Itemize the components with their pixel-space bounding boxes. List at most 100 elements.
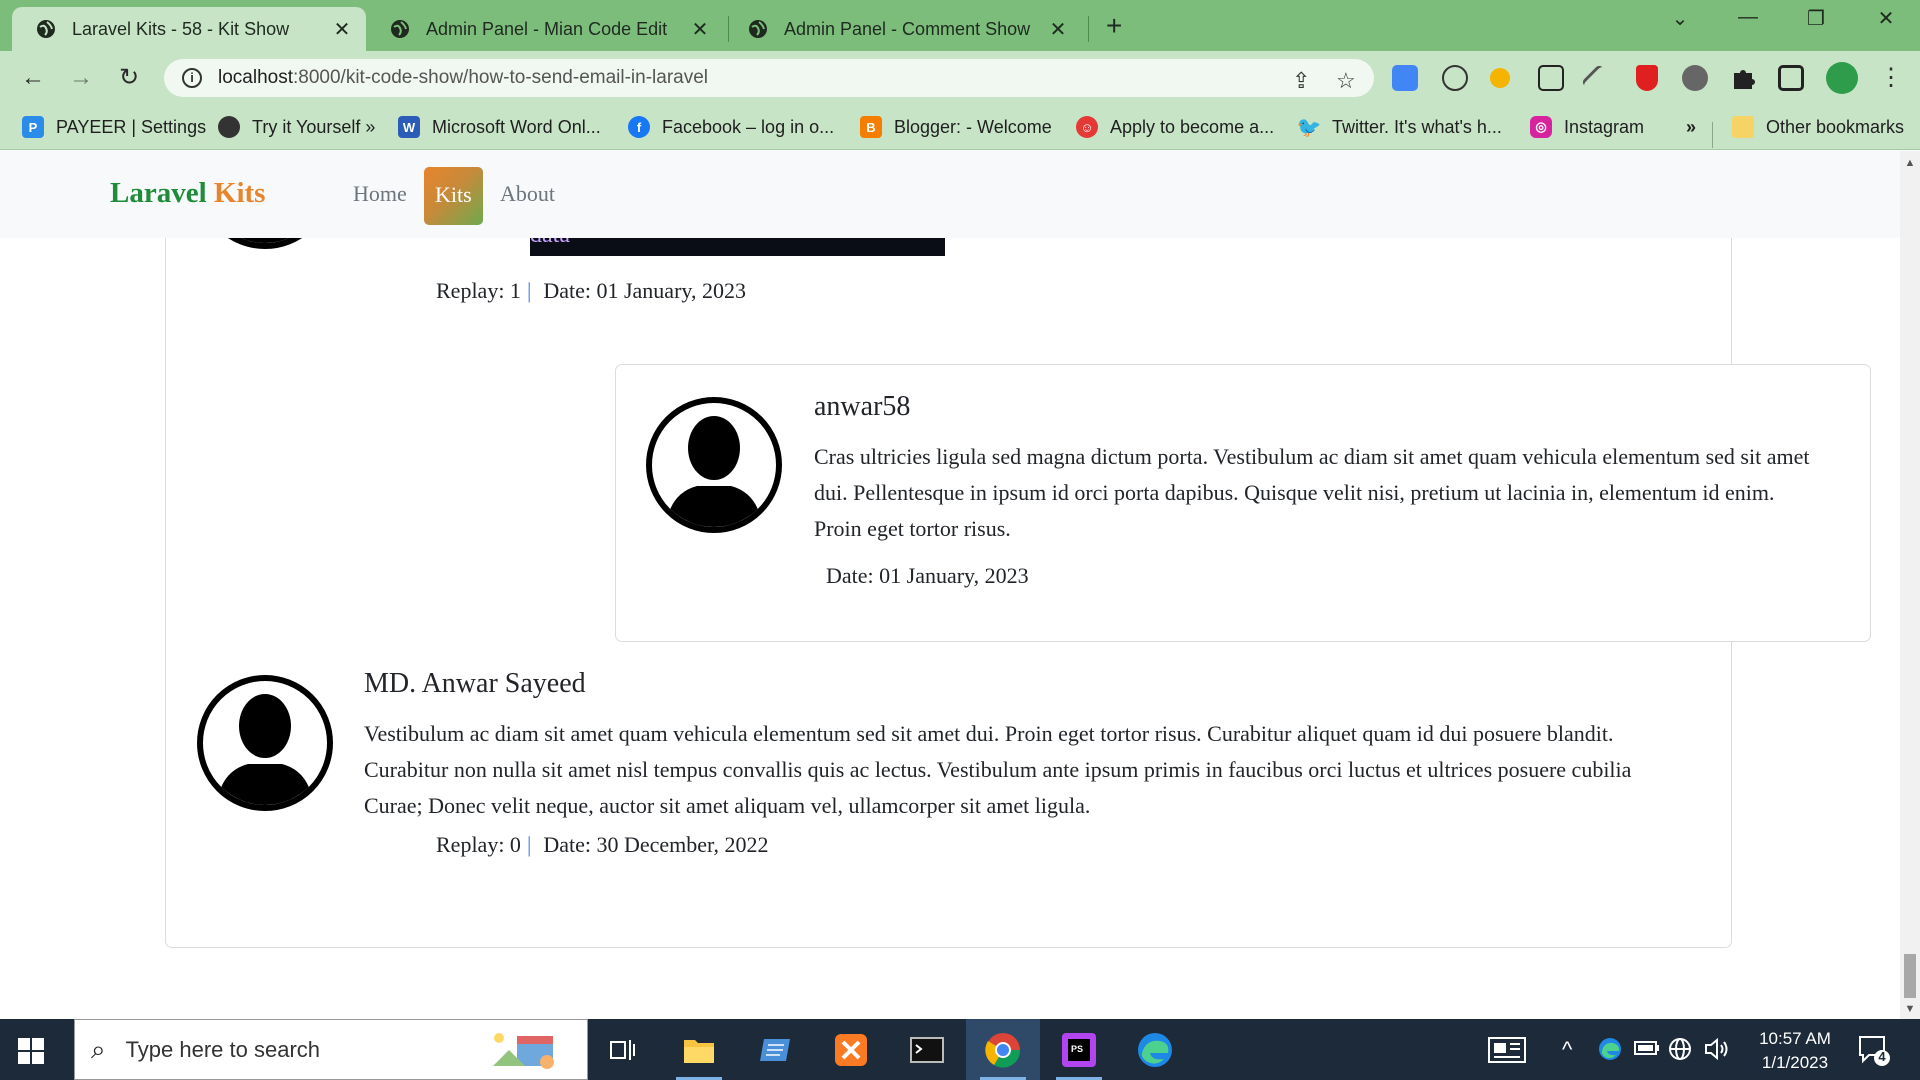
nav-kits-link[interactable]: Kits [424, 167, 483, 225]
svg-text:PS: PS [1071, 1044, 1083, 1054]
scroll-up-arrow-icon[interactable]: ▲ [1900, 157, 1920, 169]
twitter-icon: 🐦 [1296, 116, 1322, 139]
brand-part2: Kits [213, 177, 266, 209]
windows-start-icon[interactable] [18, 1038, 44, 1064]
reply-count[interactable]: Replay: 1 [436, 278, 521, 303]
blogger-icon: B [860, 116, 882, 138]
search-icon: ⌕ [91, 1033, 106, 1064]
notification-count: 4 [1878, 1049, 1886, 1064]
color-picker-icon[interactable] [1580, 63, 1610, 93]
puzzle-icon[interactable] [1730, 65, 1756, 91]
google-translate-icon[interactable] [1392, 65, 1418, 91]
other-bookmarks[interactable]: Other bookmarks [1732, 113, 1904, 141]
bookmark-facebook[interactable]: f Facebook – log in o... [628, 113, 834, 141]
site-navbar: Laravel Kits Home Kits About [0, 151, 1900, 238]
bookmark-instagram[interactable]: ◎ Instagram [1530, 113, 1644, 141]
tab-separator [1088, 16, 1089, 42]
bookmark-twitter[interactable]: 🐦 Twitter. It's what's h... [1296, 113, 1502, 141]
close-icon[interactable]: ✕ [690, 17, 710, 42]
bookmark-label: Microsoft Word Onl... [432, 116, 601, 137]
page-scrollbar[interactable]: ▲ ▼ [1900, 151, 1920, 1019]
close-icon[interactable]: ✕ [332, 17, 352, 42]
bookmark-payeer[interactable]: P PAYEER | Settings [22, 113, 206, 141]
bookmark-divider [1712, 122, 1713, 148]
side-panel-icon[interactable] [1778, 65, 1804, 91]
chrome-icon[interactable] [966, 1019, 1040, 1080]
reply-author-name: anwar58 [814, 391, 911, 422]
task-view-icon[interactable] [586, 1019, 660, 1080]
tab-admin-comment-show[interactable]: Admin Panel - Comment Show ✕ [724, 7, 1082, 51]
edge-tray-icon[interactable] [1598, 1037, 1622, 1067]
clock-date: 1/1/2023 [1761, 1053, 1829, 1072]
bookmark-label: PAYEER | Settings [56, 116, 207, 137]
meta-separator: | [526, 832, 532, 857]
globe-icon [391, 20, 409, 38]
restore-button[interactable]: ❐ [1796, 6, 1836, 31]
meta-separator: | [526, 278, 532, 303]
brand-part1: Laravel [110, 177, 207, 209]
file-explorer-icon[interactable] [662, 1019, 736, 1080]
system-clock[interactable]: 10:57 AM 1/1/2023 [1742, 1027, 1848, 1075]
search-placeholder: Type here to search [125, 1036, 321, 1062]
back-button[interactable]: ← [18, 63, 48, 93]
bookmark-label: Facebook – log in o... [662, 116, 835, 137]
bookmarks-overflow-button[interactable]: » [1686, 113, 1696, 141]
comment-date: Date: 01 January, 2023 [543, 278, 746, 303]
close-icon[interactable]: ✕ [1048, 17, 1068, 42]
extension-hex-icon[interactable] [1682, 65, 1708, 91]
terminal-icon[interactable] [890, 1019, 964, 1080]
bookmark-word[interactable]: W Microsoft Word Onl... [398, 113, 601, 141]
profile-avatar[interactable] [1826, 62, 1858, 94]
url-host: localhost [218, 67, 293, 88]
browser-tab-strip: Laravel Kits - 58 - Kit Show ✕ Admin Pan… [0, 0, 1920, 51]
user-check-icon[interactable] [1490, 68, 1510, 88]
phpstorm-icon[interactable]: PS [1042, 1019, 1116, 1080]
nav-about-link[interactable]: About [500, 181, 555, 207]
bookmark-blogger[interactable]: B Blogger: - Welcome [860, 113, 1052, 141]
bookmark-star-icon[interactable]: ☆ [1336, 68, 1356, 94]
forward-button[interactable]: → [66, 63, 96, 93]
edge-icon[interactable] [1118, 1019, 1192, 1080]
taskbar-search-box[interactable]: ⌕ Type here to search [74, 1019, 588, 1080]
bookmark-apply[interactable]: ☺ Apply to become a... [1076, 113, 1274, 141]
comment-meta: Replay: 0 | Date: 30 December, 2022 [436, 832, 769, 858]
performance-gauge-icon[interactable] [1442, 65, 1468, 91]
comment-date: Date: 30 December, 2022 [543, 832, 769, 857]
new-tab-button[interactable]: + [1106, 10, 1122, 42]
news-widget-icon[interactable] [1488, 1037, 1526, 1069]
battery-icon[interactable] [1634, 1037, 1660, 1063]
site-brand[interactable]: Laravel Kits [110, 177, 265, 210]
menu-kebab-icon[interactable]: ⋮ [1876, 63, 1906, 93]
reply-count[interactable]: Replay: 0 [436, 832, 521, 857]
tab-laravel-kits[interactable]: Laravel Kits - 58 - Kit Show ✕ [12, 7, 366, 51]
bookmark-label: Try it Yourself » [252, 116, 376, 137]
reply-date: Date: 01 January, 2023 [826, 563, 1029, 588]
globe-icon [37, 20, 55, 38]
shield-icon[interactable] [1636, 65, 1658, 91]
xampp-icon[interactable] [814, 1019, 888, 1080]
network-globe-icon[interactable] [1668, 1037, 1692, 1067]
globe-icon [218, 116, 240, 138]
share-icon[interactable]: ⇪ [1292, 68, 1310, 94]
tab-search-chevron-icon[interactable]: ⌄ [1660, 6, 1700, 31]
reload-button[interactable]: ↻ [114, 63, 144, 93]
site-info-icon[interactable]: i [182, 68, 202, 88]
screenshot-crop-icon[interactable] [1538, 65, 1564, 91]
scroll-thumb[interactable] [1904, 954, 1916, 998]
action-center-button[interactable]: 4 [1857, 1033, 1891, 1067]
tab-title: Laravel Kits - 58 - Kit Show [72, 18, 290, 39]
minimize-button[interactable]: — [1728, 6, 1768, 29]
close-window-button[interactable]: ✕ [1866, 6, 1906, 31]
bookmark-try-it[interactable]: Try it Yourself » [218, 113, 375, 141]
instagram-icon: ◎ [1530, 116, 1552, 138]
facebook-icon: f [628, 116, 650, 138]
remote-desktop-icon[interactable] [738, 1019, 812, 1080]
show-hidden-icons-chevron-icon[interactable]: ^ [1562, 1037, 1572, 1063]
address-bar[interactable]: i localhost:8000/kit-code-show/how-to-se… [164, 59, 1374, 97]
browser-toolbar: ← → ↻ i localhost:8000/kit-code-show/how… [0, 51, 1920, 104]
nav-home-link[interactable]: Home [353, 181, 407, 207]
windows-taskbar: ⌕ Type here to search PS ^ 10:57 AM 1/1/… [0, 1019, 1920, 1080]
scroll-down-arrow-icon[interactable]: ▼ [1900, 1003, 1920, 1015]
tab-admin-code-edit[interactable]: Admin Panel - Mian Code Edit ✕ [366, 7, 724, 51]
volume-icon[interactable] [1704, 1037, 1730, 1067]
